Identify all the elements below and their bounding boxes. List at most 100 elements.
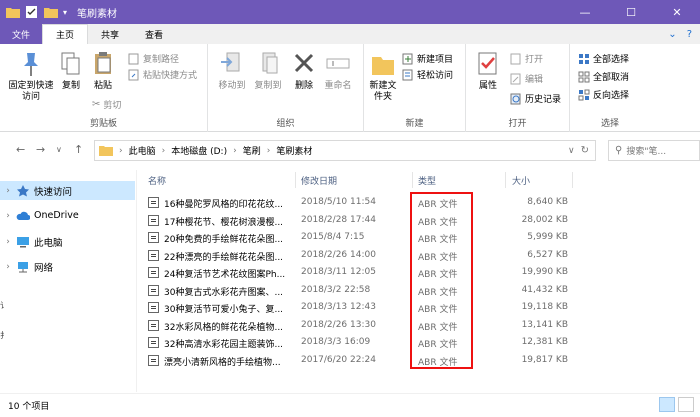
file-row[interactable]: 32水彩风格的鲜花花朵植物... 2018/2/26 13:30 ABR 文件 13,… [140,317,580,334]
file-row[interactable]: 22种漂亮的手绘鲜花花朵图... 2018/2/26 14:00 ABR 文件 6,5… [140,247,580,264]
edit-label: 编辑 [525,75,544,85]
clipboard-group-label: 剪贴板 [89,119,117,129]
sidebar-item-onedrive[interactable]: › OneDrive [0,206,135,225]
paste-label: 粘贴 [93,81,112,91]
copy-button[interactable]: 复制 [56,50,86,92]
qa-dropdown-icon[interactable]: ▾ [63,8,67,17]
pin-quick-access-button[interactable]: 固定到快速访问 [6,50,56,103]
help-icon[interactable]: ? [687,29,692,40]
new-folder-icon[interactable] [44,6,58,18]
breadcrumb-brush-material[interactable]: 笔刷素材 [276,144,312,157]
column-divider[interactable] [505,172,506,188]
forward-arrow-icon[interactable]: → [36,143,45,156]
breadcrumb-brushes[interactable]: 笔刷 [243,144,261,157]
maximize-button[interactable]: ☐ [608,0,654,24]
column-divider[interactable] [412,172,413,188]
tab-file[interactable]: 文件 [0,24,42,44]
move-to-icon [221,52,240,72]
tab-home[interactable]: 主页 [42,24,89,44]
open-icon [510,53,521,64]
file-date: 2018/2/26 13:30 [301,319,376,330]
properties-check-icon[interactable] [25,6,39,18]
new-item-button[interactable]: 新建项目 [402,52,453,65]
close-button[interactable]: ✕ [654,0,700,24]
up-arrow-icon[interactable]: ↑ [74,143,83,156]
properties-button[interactable]: 属性 [474,50,502,92]
details-view-button[interactable] [659,397,675,412]
column-header-date[interactable]: 修改日期 [301,174,337,187]
search-box[interactable]: ⚲ 搜索"笔... [608,140,700,161]
breadcrumb-separator-icon: › [233,145,237,156]
copy-to-button[interactable]: 复制到 [250,50,286,92]
file-row[interactable]: 30种复古式水彩花卉图案、... 2018/3/2 22:58 ABR 文件 41,4… [140,282,580,299]
file-name: 32种高清水彩花园主题装饰... [164,340,284,350]
sidebar-item-label: 快速访问 [34,186,73,198]
item-count: 10 个项目 [8,402,50,412]
rename-icon [326,58,350,69]
file-row[interactable]: 17种樱花节、樱花树浪漫樱... 2018/2/28 17:44 ABR 文件 28,… [140,212,580,229]
file-row[interactable]: 漂亮小清新风格的手绘植物... 2017/6/20 22:24 ABR 文件 19,8… [140,352,580,369]
address-dropdown-icon[interactable]: ∨ [568,146,575,156]
recent-dropdown-icon[interactable]: ∨ [56,145,62,154]
column-divider[interactable] [572,172,573,188]
large-icons-view-button[interactable] [678,397,694,412]
edit-button[interactable]: 编辑 [510,72,543,85]
abr-file-icon [148,319,159,331]
new-folder-button[interactable]: 新建文件夹 [366,50,400,103]
paste-shortcut-button[interactable]: 粘贴快捷方式 [128,68,197,81]
chevron-right-icon[interactable]: › [0,262,16,272]
select-all-button[interactable]: 全部选择 [578,52,629,65]
file-row[interactable]: 20种免费的手绘鲜花花朵图... 2015/8/4 7:15 ABR 文件 5,999… [140,229,580,246]
back-arrow-icon[interactable]: ← [16,143,25,156]
cut-button[interactable]: ✂ 剪切 [92,98,121,111]
ribbon: 固定到快速访问 复制 粘贴 复制路径 粘贴快捷方式 ✂ 剪切 剪贴板 移动到 复… [0,44,700,132]
file-date: 2018/3/13 12:43 [301,302,376,312]
folder-icon[interactable] [6,6,20,18]
refresh-icon[interactable]: ↻ [581,145,589,156]
paste-button[interactable]: 粘贴 [88,50,118,92]
file-row[interactable]: 32种高清水彩花园主题装饰... 2018/3/3 16:09 ABR 文件 12,3… [140,334,580,351]
file-row[interactable]: 24种复活节艺术花纹图案Ph... 2018/3/11 12:05 ABR 文件 19… [140,264,580,281]
address-bar-row: ← → ∨ ↑ › 此电脑 › 本地磁盘 (D:) › 笔刷 › 笔刷素材 ∨ … [0,134,700,166]
computer-icon [17,236,29,247]
history-button[interactable]: 历史记录 [510,92,561,105]
file-row[interactable]: 16种曼陀罗风格的印花花纹... 2018/5/10 11:54 ABR 文件 8,6… [140,194,580,211]
abr-file-icon [148,214,159,226]
delete-button[interactable]: 删除 [290,50,318,92]
abr-file-icon [148,267,159,278]
pane-divider[interactable] [136,170,137,392]
minimize-button[interactable]: — [562,0,608,24]
select-none-button[interactable]: 全部取消 [578,70,629,83]
move-to-button[interactable]: 移动到 [214,50,250,92]
breadcrumb-separator-icon: › [161,145,166,156]
column-header-type[interactable]: 类型 [418,174,436,187]
column-header-size[interactable]: 大小 [512,174,530,187]
breadcrumb[interactable]: › 此电脑 › 本地磁盘 (D:) › 笔刷 › 笔刷素材 ∨ ↻ [94,140,596,161]
sidebar-item-network[interactable]: › 网络 [0,257,135,276]
move-to-label: 移动到 [218,81,246,91]
search-icon: ⚲ [615,145,623,156]
sidebar-item-this-pc[interactable]: › 此电脑 [0,232,135,251]
chevron-right-icon[interactable]: › [0,211,16,221]
column-divider[interactable] [295,172,296,188]
copy-path-button[interactable]: 复制路径 [128,52,179,65]
rename-button[interactable]: 重命名 [320,50,356,92]
column-header-name[interactable]: 名称 [148,174,166,187]
easy-access-button[interactable]: 轻松访问 [402,68,453,81]
invert-selection-button[interactable]: 反向选择 [578,88,629,101]
type-column-highlight-box [410,192,473,369]
easy-access-label: 轻松访问 [417,71,454,81]
breadcrumb-drive-d[interactable]: 本地磁盘 (D:) [171,144,227,157]
sidebar-item-quick-access[interactable]: › 快速访问 [0,181,135,200]
file-date: 2018/3/2 22:58 [301,284,371,295]
sidebar-item-label: 网络 [34,262,54,274]
file-row[interactable]: 30种复活节可爱小兔子、复... 2018/3/13 12:43 ABR 文件 19,… [140,299,580,316]
chevron-right-icon[interactable]: › [0,237,16,247]
chevron-right-icon[interactable]: › [0,186,16,196]
tab-view[interactable]: 查看 [132,24,176,44]
tab-share[interactable]: 共享 [88,24,132,44]
open-button[interactable]: 打开 [510,52,543,65]
collapse-ribbon-icon[interactable]: ⌄ [668,29,676,40]
copy-path-icon [128,53,139,64]
breadcrumb-this-pc[interactable]: 此电脑 [129,144,156,157]
